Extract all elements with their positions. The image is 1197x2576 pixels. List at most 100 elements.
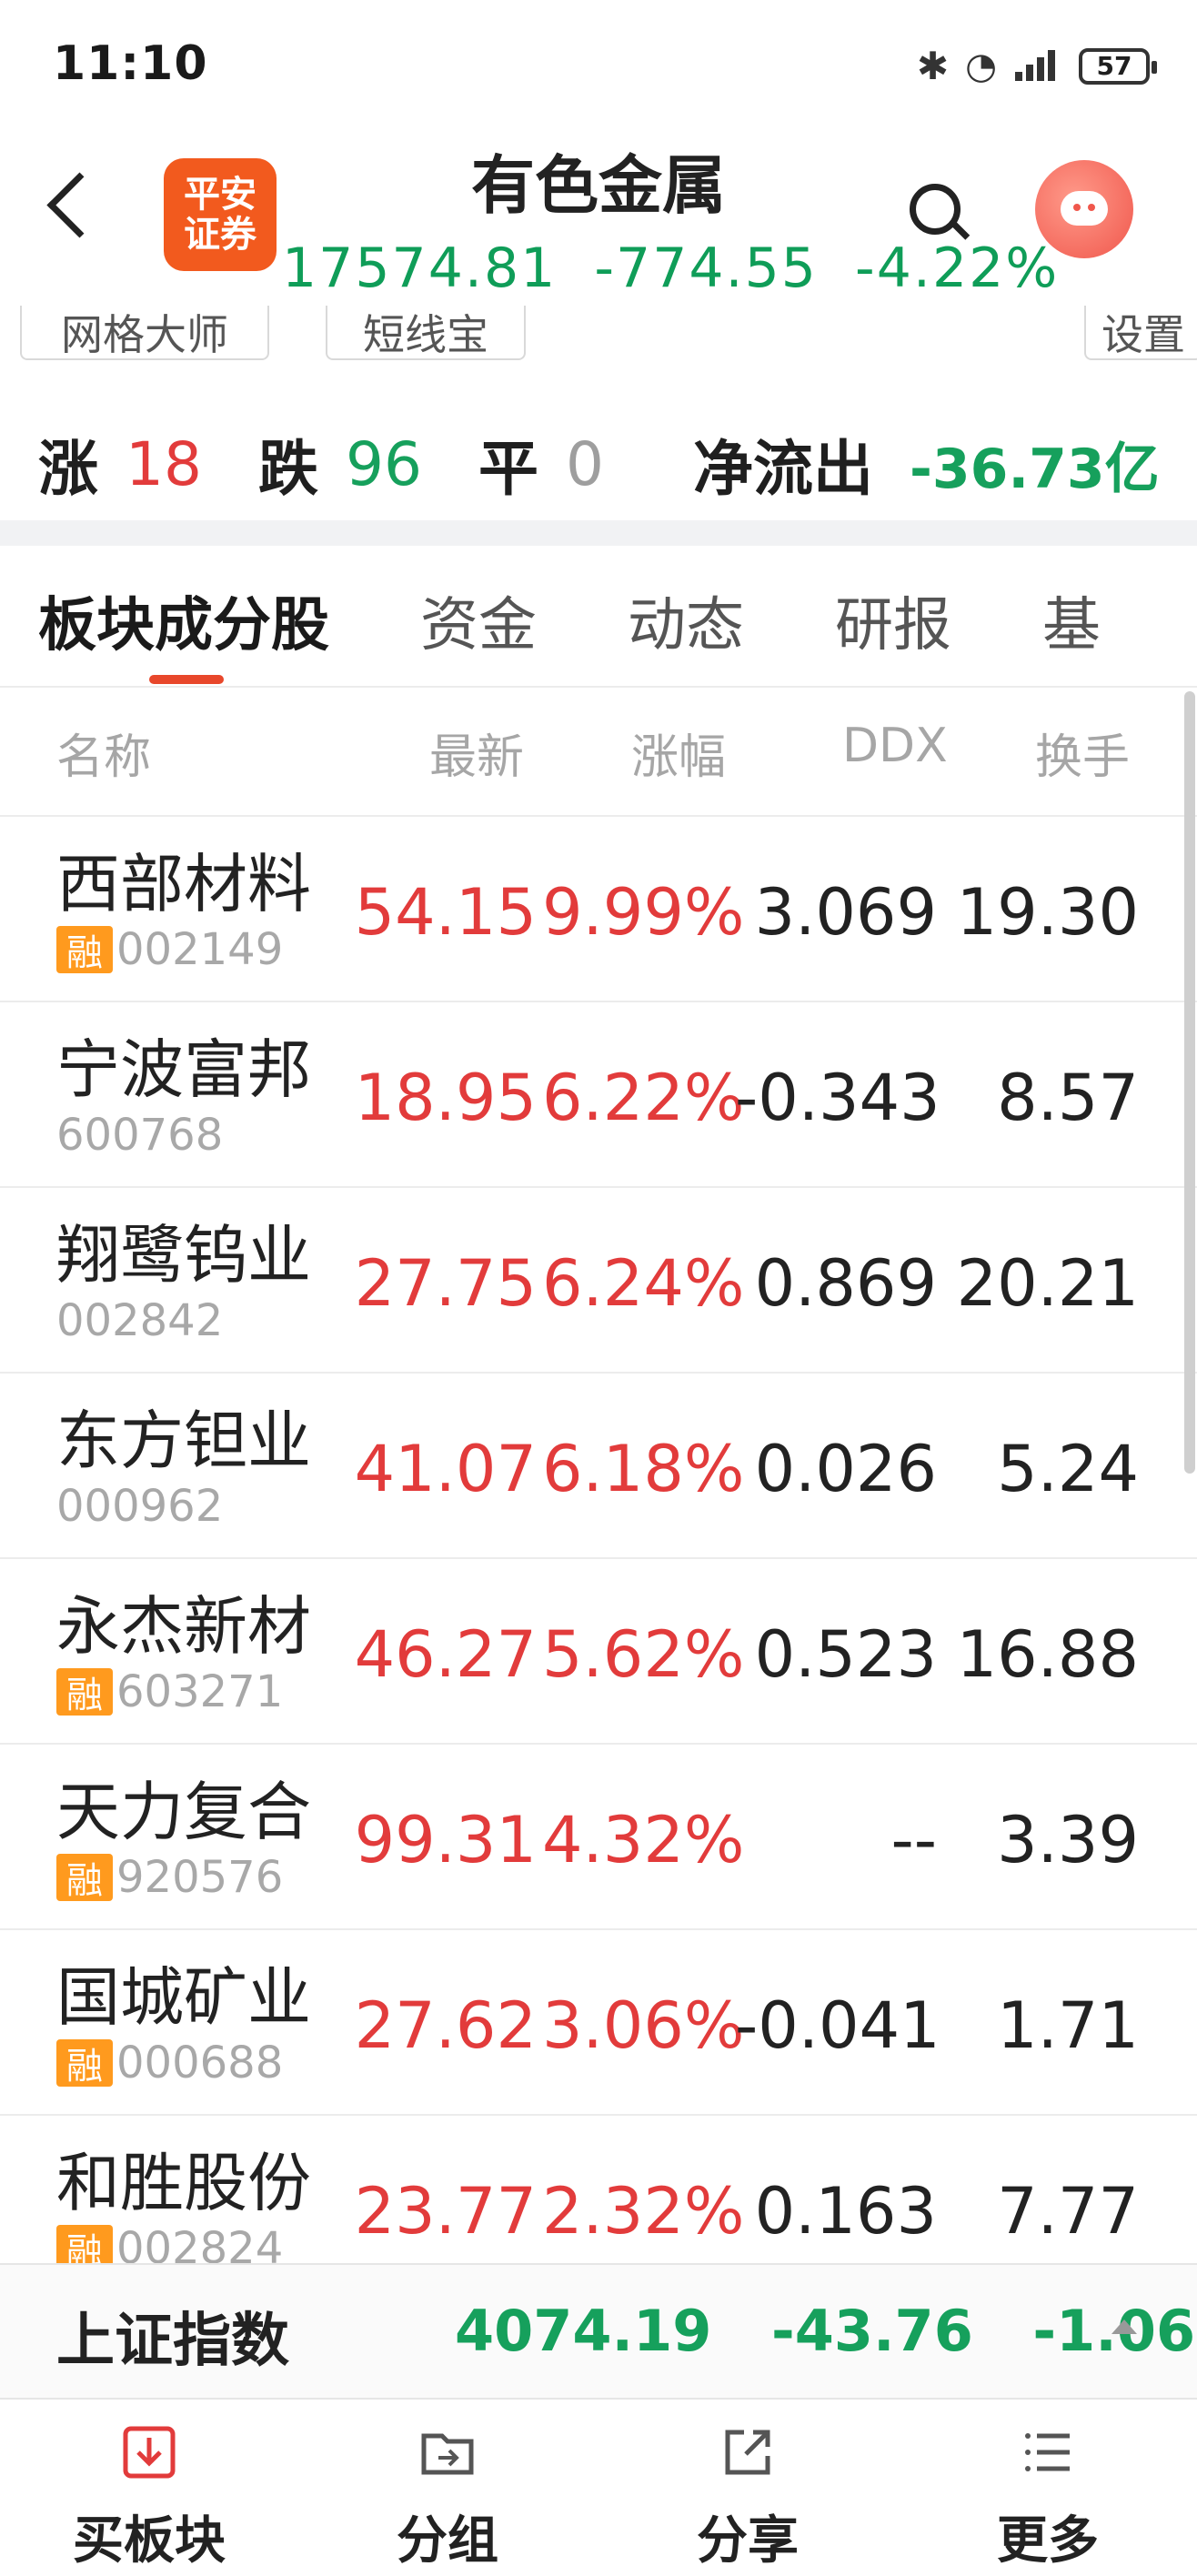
col-turnover[interactable]: 换手 — [1035, 719, 1130, 787]
search-icon[interactable] — [910, 184, 961, 235]
wifi-icon: ◔ — [965, 45, 997, 87]
stock-change-pct: 6.18% — [542, 1432, 745, 1506]
stock-name: 西部材料 — [56, 847, 311, 921]
nav-more[interactable]: 更多 — [939, 2423, 1157, 2573]
stock-ddx: -0.343 — [735, 1061, 940, 1135]
stock-code: 002842 — [56, 1295, 224, 1346]
nav-buy-sector[interactable]: 买板块 — [40, 2423, 258, 2573]
stock-name: 和胜股份 — [56, 2146, 311, 2220]
up-count: 18 — [126, 428, 202, 499]
col-name[interactable]: 名称 — [56, 719, 151, 787]
stock-code-line: 融 000688 — [56, 2038, 283, 2088]
stock-change-pct: 3.06% — [542, 1988, 745, 2063]
page-title: 有色金属 — [471, 148, 726, 223]
stock-code-line: 融 920576 — [56, 1852, 283, 1903]
stock-turnover: 19.30 — [956, 875, 1139, 950]
stock-code-line: 融 603271 — [56, 1666, 283, 1717]
folder-icon — [338, 2423, 557, 2487]
status-time: 11:10 — [53, 36, 208, 91]
nav-share-label: 分享 — [697, 2511, 799, 2571]
stock-turnover: 8.57 — [997, 1061, 1139, 1135]
stock-price: 27.75 — [354, 1246, 537, 1321]
stock-ddx: 0.026 — [754, 1432, 937, 1506]
tab-news[interactable]: 动态 — [628, 579, 744, 662]
flat-label: 平 — [478, 434, 538, 504]
market-index-value: 4074.19 — [455, 2298, 712, 2364]
tab-divider — [0, 686, 1197, 688]
menu-icon — [939, 2423, 1157, 2487]
assistant-avatar-icon[interactable] — [1035, 160, 1133, 258]
margin-trading-badge: 融 — [56, 1854, 113, 1902]
index-pct: -4.22% — [855, 236, 1060, 300]
stock-turnover: 20.21 — [956, 1246, 1139, 1321]
stock-price: 23.77 — [354, 2174, 537, 2249]
nav-more-label: 更多 — [997, 2511, 1099, 2571]
stock-ddx: -- — [890, 1803, 937, 1877]
stock-name: 永杰新材 — [56, 1589, 311, 1664]
stock-ddx: 0.523 — [754, 1617, 937, 1692]
expand-up-icon[interactable] — [1112, 2319, 1137, 2334]
stock-ddx: 0.163 — [754, 2174, 937, 2249]
bluetooth-icon: ✱ — [916, 44, 950, 88]
margin-trading-badge: 融 — [56, 1668, 113, 1716]
net-flow-value: -36.73亿 — [909, 437, 1160, 501]
stock-turnover: 16.88 — [956, 1617, 1139, 1692]
tab-funds[interactable]: 资金 — [420, 579, 537, 662]
status-icons: ✱ ◔ 57 — [916, 44, 1157, 88]
market-index-quote: 4074.19 -43.76 -1.06% — [455, 2298, 1197, 2364]
flat-count: 0 — [565, 428, 604, 499]
section-divider — [0, 520, 1197, 546]
down-count: 96 — [345, 428, 422, 499]
tab-constituents[interactable]: 板块成分股 — [38, 579, 329, 662]
stock-turnover: 5.24 — [997, 1432, 1139, 1506]
tab-fundamentals[interactable]: 基 — [1042, 579, 1101, 662]
stock-name: 国城矿业 — [56, 1960, 311, 2035]
margin-trading-badge: 融 — [56, 2039, 113, 2088]
nav-share[interactable]: 分享 — [639, 2423, 857, 2573]
stock-code-line: 600768 — [56, 1110, 223, 1161]
stock-ddx: 3.069 — [754, 875, 937, 950]
scrollbar[interactable] — [1184, 691, 1195, 1474]
battery-icon: 57 — [1079, 47, 1157, 85]
signal-icon — [1013, 46, 1062, 86]
download-icon — [40, 2423, 258, 2487]
down-label: 跌 — [257, 434, 318, 504]
grid-master-button[interactable]: 网格大师 — [20, 306, 269, 360]
stock-code: 920576 — [116, 1852, 284, 1903]
tab-research[interactable]: 研报 — [835, 579, 951, 662]
stock-turnover: 1.71 — [997, 1988, 1139, 2063]
col-pct[interactable]: 涨幅 — [631, 719, 726, 787]
stock-code: 002149 — [116, 924, 284, 975]
stock-code-line: 000962 — [56, 1481, 223, 1532]
tab-bar: 板块成分股 资金 动态 研报 基 — [38, 579, 1192, 662]
stock-ddx: 0.869 — [754, 1246, 937, 1321]
stock-price: 54.15 — [354, 875, 537, 950]
nav-buy-sector-label: 买板块 — [73, 2511, 226, 2571]
nav-group[interactable]: 分组 — [338, 2423, 557, 2573]
stock-price: 46.27 — [354, 1617, 537, 1692]
margin-trading-badge: 融 — [56, 926, 113, 974]
stock-change-pct: 5.62% — [542, 1617, 745, 1692]
active-tab-indicator — [149, 675, 224, 684]
stock-code: 603271 — [116, 1666, 284, 1717]
stock-price: 41.07 — [354, 1432, 537, 1506]
index-value: 17574.81 — [282, 236, 558, 300]
stock-turnover: 7.77 — [997, 2174, 1139, 2249]
stock-code: 000688 — [116, 2038, 284, 2088]
nav-group-label: 分组 — [397, 2511, 498, 2571]
stock-ddx: -0.041 — [735, 1988, 940, 2063]
col-latest[interactable]: 最新 — [429, 719, 524, 787]
stock-code-line: 002842 — [56, 1295, 223, 1346]
index-change: -774.55 — [594, 236, 818, 300]
col-ddx[interactable]: DDX — [842, 719, 948, 773]
stock-change-pct: 4.32% — [542, 1803, 745, 1877]
share-icon — [639, 2423, 857, 2487]
stock-price: 18.95 — [354, 1061, 537, 1135]
net-flow-label: 净流出 — [692, 434, 873, 504]
stock-change-pct: 6.24% — [542, 1246, 745, 1321]
sector-index-quote: 17574.81 -774.55 -4.22% — [273, 236, 1057, 300]
stock-code-line: 融 002149 — [56, 924, 283, 975]
stock-name: 翔鹭钨业 — [56, 1218, 311, 1293]
short-term-button[interactable]: 短线宝 — [326, 306, 526, 360]
settings-button[interactable]: 设置 — [1084, 306, 1197, 360]
